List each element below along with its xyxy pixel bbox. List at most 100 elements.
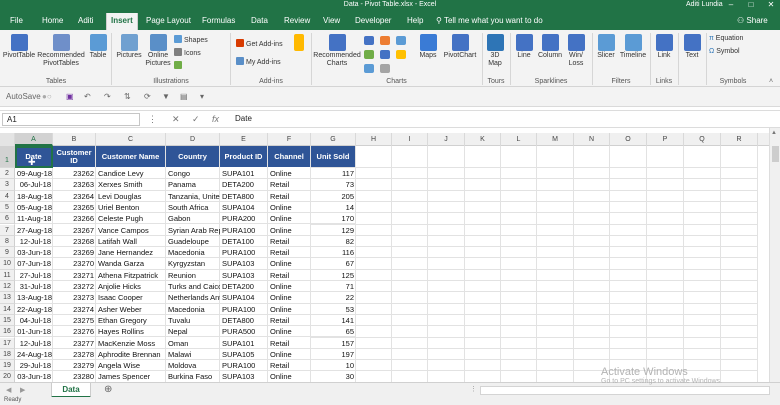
cell-channel[interactable]: Retail	[268, 191, 311, 202]
header-customer-name[interactable]: Customer Name	[96, 146, 165, 167]
column-header[interactable]: O	[610, 133, 647, 146]
autosave-toggle[interactable]: ●○	[42, 92, 52, 101]
column-header[interactable]: F	[268, 133, 311, 146]
refresh-icon[interactable]: ⟳	[144, 92, 151, 101]
cell-customer-name[interactable]: Asher Weber	[96, 304, 166, 315]
cell-channel[interactable]: Online	[268, 225, 311, 236]
cell-customer-id[interactable]: 23272	[53, 281, 96, 293]
cell-customer-id[interactable]: 23271	[53, 270, 96, 281]
recommended-pivottables-button[interactable]: Recommended PivotTables	[36, 34, 86, 67]
worksheet-grid[interactable]: 1 2 3 4 5 6 7 8 9 10 11 12 13 14 15 16 17 18 19 20 Date Custo…	[0, 146, 770, 383]
cell-country[interactable]: Guadeloupe	[166, 236, 220, 248]
cell-customer-id[interactable]: 23265	[53, 202, 96, 214]
undo-icon[interactable]: ↶	[84, 92, 91, 101]
cell-product-id[interactable]: DETA100	[220, 236, 268, 248]
cell-customer-id[interactable]: 23263	[53, 179, 96, 191]
cell-customer-name[interactable]: Isaac Cooper	[96, 292, 166, 304]
cell-country[interactable]: Reunion	[166, 270, 220, 281]
row-header[interactable]: 8	[0, 235, 15, 248]
cell-country[interactable]: South Africa	[166, 202, 220, 214]
cell-customer-id[interactable]: 23278	[53, 349, 96, 361]
name-box[interactable]: A1	[2, 113, 140, 126]
cell-product-id[interactable]: DETA800	[220, 315, 268, 327]
my-addins-button[interactable]: My Add-ins	[236, 57, 281, 66]
row-header[interactable]: 14	[0, 303, 15, 315]
cell-country[interactable]: Tanzania, United	[166, 191, 220, 202]
row-header[interactable]: 15	[0, 314, 15, 327]
equation-button[interactable]: π Equation	[709, 35, 743, 42]
cell-date[interactable]: 11-Aug-18	[15, 213, 53, 225]
pie-chart-icon[interactable]	[394, 50, 408, 60]
cell-channel[interactable]: Online	[268, 371, 311, 383]
cell-country[interactable]: Nepal	[166, 326, 220, 338]
column-header[interactable]: P	[647, 133, 684, 146]
line-chart-icon[interactable]	[362, 50, 376, 60]
cell-date[interactable]: 04-Jul-18	[15, 315, 53, 327]
cell-customer-name[interactable]: Aphrodite Brennan	[96, 349, 166, 361]
cell-date[interactable]: 01-Jun-18	[15, 326, 53, 338]
cell-country[interactable]: Gabon	[166, 213, 220, 225]
cell-customer-name[interactable]: Celeste Pugh	[96, 213, 166, 225]
cell-channel[interactable]: Online	[268, 292, 311, 304]
cell-customer-id[interactable]: 23264	[53, 191, 96, 202]
cell-date[interactable]: 13-Aug-18	[15, 292, 53, 304]
header-customer-id[interactable]: Customer ID	[53, 146, 95, 167]
cell-channel[interactable]: Online	[268, 349, 311, 361]
cell-product-id[interactable]: PURA100	[220, 360, 268, 372]
cell-product-id[interactable]: SUPA103	[220, 371, 268, 383]
row-header[interactable]: 18	[0, 348, 15, 361]
cell-customer-name[interactable]: Angela Wise	[96, 360, 166, 372]
cell-product-id[interactable]: SUPA105	[220, 349, 268, 361]
user-name[interactable]: Aditi Lundia	[686, 1, 723, 8]
cell-customer-id[interactable]: 23262	[53, 168, 96, 180]
tab-help[interactable]: Help	[407, 16, 423, 25]
cell-customer-id[interactable]: 23280	[53, 371, 96, 383]
icons-button[interactable]: Icons	[174, 48, 201, 57]
cell-channel[interactable]: Online	[268, 168, 311, 180]
pictures-button[interactable]: Pictures	[114, 34, 144, 60]
bing-maps-button[interactable]	[292, 34, 306, 52]
column-chart-icon[interactable]	[362, 36, 376, 46]
hierarchy-chart-icon[interactable]	[378, 36, 392, 46]
cell-date[interactable]: 06-Jul-18	[15, 179, 53, 191]
cell-product-id[interactable]: SUPA101	[220, 338, 268, 349]
cell-date[interactable]: 12-Jul-18	[15, 338, 53, 349]
cell-product-id[interactable]: DETA200	[220, 281, 268, 293]
row-header[interactable]: 11	[0, 269, 15, 281]
redo-icon[interactable]: ↷	[104, 92, 111, 101]
cell-channel[interactable]: Retail	[268, 338, 311, 349]
cell-date[interactable]: 05-Aug-18	[15, 202, 53, 214]
cell-product-id[interactable]: SUPA104	[220, 202, 268, 214]
cell-customer-id[interactable]: 23275	[53, 315, 96, 327]
formula-input[interactable]: Date	[232, 113, 776, 126]
tab-file[interactable]: File	[10, 16, 23, 25]
filter-icon[interactable]: ▼	[162, 92, 170, 101]
cell-customer-name[interactable]: Hayes Rollins	[96, 326, 166, 338]
table-button[interactable]: Table	[86, 34, 110, 60]
cell-customer-id[interactable]: 23266	[53, 213, 96, 225]
cell-date[interactable]: 27-Jul-18	[15, 270, 53, 281]
column-header[interactable]: E	[220, 133, 268, 146]
cell-country[interactable]: Moldova	[166, 360, 220, 372]
cell-date[interactable]: 07-Jun-18	[15, 258, 53, 270]
row-header[interactable]: 4	[0, 190, 15, 202]
maximize-icon[interactable]: □	[742, 0, 760, 9]
cell-customer-id[interactable]: 23274	[53, 304, 96, 315]
timeline-button[interactable]: Timeline	[618, 34, 648, 60]
header-channel[interactable]: Channel	[268, 146, 310, 167]
column-header[interactable]: D	[166, 133, 220, 146]
cell-channel[interactable]: Online	[268, 326, 311, 338]
row-header[interactable]: 19	[0, 360, 15, 372]
cell-customer-name[interactable]: Wanda Garza	[96, 258, 166, 270]
select-all-button[interactable]	[0, 133, 15, 146]
row-header[interactable]: 16	[0, 326, 15, 338]
cell-channel[interactable]: Retail	[268, 270, 311, 281]
cell-customer-id[interactable]: 23273	[53, 292, 96, 304]
cell-country[interactable]: Oman	[166, 338, 220, 349]
column-header[interactable]: C	[96, 133, 166, 146]
slicer-button[interactable]: Slicer	[594, 34, 618, 60]
cell-country[interactable]: Kyrgyzstan	[166, 258, 220, 270]
cell-customer-name[interactable]: Anjolie Hicks	[96, 281, 166, 293]
cell-channel[interactable]: Online	[268, 304, 311, 315]
tab-review[interactable]: Review	[284, 16, 310, 25]
